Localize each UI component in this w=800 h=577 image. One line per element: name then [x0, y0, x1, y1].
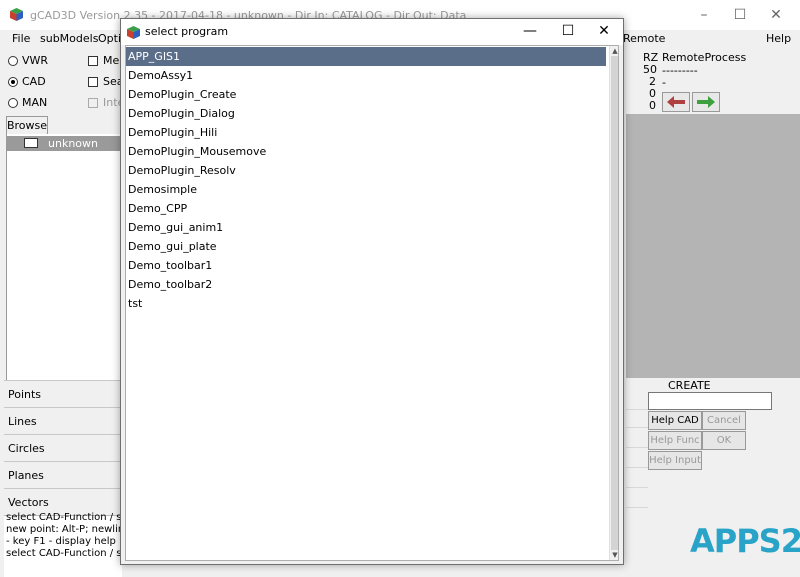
browse-item-label: unknown [48, 137, 98, 150]
radio-checked-icon [8, 76, 18, 87]
ok-button: OK [702, 431, 746, 450]
program-list-item[interactable]: DemoPlugin_Dialog [126, 104, 606, 123]
program-list-item[interactable]: Demo_toolbar2 [126, 275, 606, 294]
dialog-close-button[interactable]: ✕ [587, 20, 621, 42]
panel-strip [626, 452, 648, 468]
mode-radio-vwr[interactable]: VWR [8, 54, 48, 67]
forward-arrow-button[interactable] [692, 92, 720, 112]
program-list-item[interactable]: Demo_toolbar1 [126, 256, 606, 275]
cancel-button: Cancel [702, 411, 746, 430]
menu-file[interactable]: File [12, 32, 30, 45]
dialog-title-bar: select program — ☐ ✕ [121, 19, 623, 45]
browse-tree-item[interactable]: unknown [6, 136, 122, 151]
program-list-item[interactable]: Demosimple [126, 180, 606, 199]
section-points[interactable]: Points [4, 380, 122, 407]
mode-label: CAD [22, 75, 46, 88]
back-arrow-button[interactable] [662, 92, 690, 112]
program-list-item[interactable]: Demo_gui_anim1 [126, 218, 606, 237]
program-list-item[interactable]: DemoAssy1 [126, 66, 606, 85]
menu-remote[interactable]: Remote [623, 32, 665, 45]
checkbox-icon [88, 76, 98, 87]
tab-browse[interactable]: Browse [6, 116, 48, 134]
program-list-item[interactable]: APP_GIS1 [126, 47, 606, 66]
app-cube-icon [10, 8, 23, 21]
help-input-button: Help Input [648, 451, 702, 470]
mode-label: MAN [22, 96, 48, 109]
message-line: new point: Alt-P; newline [6, 524, 131, 535]
mode-radio-cad[interactable]: CAD [8, 75, 46, 88]
panel-strip [626, 432, 648, 448]
message-area: select CAD-Function / sel new point: Alt… [4, 512, 130, 577]
option-checkbox-search[interactable]: Sea [88, 75, 124, 88]
program-list-item[interactable]: DemoPlugin_Mousemove [126, 142, 606, 161]
program-list-item[interactable]: DemoPlugin_Create [126, 85, 606, 104]
section-lines[interactable]: Lines [4, 407, 122, 434]
mode-label: VWR [22, 54, 49, 67]
panel-strip [626, 412, 648, 428]
program-list-item[interactable]: tst [126, 294, 606, 313]
scrollbar-thumb[interactable] [611, 56, 618, 550]
scroll-down-icon[interactable]: ▼ [611, 551, 618, 559]
radio-circle-icon [8, 97, 18, 108]
program-list-item[interactable]: DemoPlugin_Resolv [126, 161, 606, 180]
help-func-button: Help Func [648, 431, 702, 450]
message-line: select CAD-Function / sel [6, 512, 131, 523]
watermark-logo: APPS24 [690, 522, 800, 572]
checkbox-icon [88, 97, 98, 108]
section-vectors[interactable]: Vectors [4, 488, 122, 515]
list-scrollbar[interactable]: ▲ ▼ [609, 46, 618, 560]
watermark-text: APPS24 [690, 522, 800, 560]
app-cube-icon [127, 26, 140, 39]
program-list[interactable]: APP_GIS1 DemoAssy1 DemoPlugin_Create DemoPl… [125, 45, 619, 561]
program-list-item[interactable]: Demo_gui_plate [126, 237, 606, 256]
option-checkbox-interactive: Inte [88, 96, 124, 109]
dialog-minimize-button[interactable]: — [513, 20, 547, 42]
rz-value: 0 [649, 99, 656, 112]
mode-radio-man[interactable]: MAN [8, 96, 47, 109]
dialog-maximize-button[interactable]: ☐ [551, 20, 585, 42]
section-planes[interactable]: Planes [4, 461, 122, 488]
remote-process-dash: - [662, 76, 666, 89]
arrow-left-icon [667, 96, 685, 108]
menu-help[interactable]: Help [766, 32, 791, 45]
panel-strip [626, 472, 648, 488]
scroll-up-icon[interactable]: ▲ [611, 47, 618, 55]
panel-strip [626, 394, 648, 410]
radio-circle-icon [8, 55, 18, 66]
arrow-right-icon [697, 96, 715, 108]
help-cad-button[interactable]: Help CAD [648, 411, 702, 430]
graphics-canvas[interactable] [626, 114, 800, 378]
message-line: select CAD-Function / sel [6, 548, 131, 559]
remote-process-label: RemoteProcess [662, 51, 747, 64]
remote-process-value: --------- [662, 64, 698, 77]
create-input[interactable] [648, 392, 772, 410]
create-label: CREATE [668, 379, 711, 392]
model-file-icon [24, 138, 38, 148]
section-circles[interactable]: Circles [4, 434, 122, 461]
program-list-item[interactable]: DemoPlugin_Hili [126, 123, 606, 142]
program-list-item[interactable]: Demo_CPP [126, 199, 606, 218]
browse-panel [6, 134, 122, 380]
panel-strip [626, 492, 648, 508]
menu-submodels[interactable]: subModels [40, 32, 98, 45]
checkbox-icon [88, 55, 98, 66]
message-line: - key F1 - display help .. [6, 536, 126, 547]
main-close-button[interactable]: ✕ [754, 3, 798, 27]
dialog-title: select program [145, 25, 229, 38]
select-program-dialog: select program — ☐ ✕ APP_GIS1 DemoAssy1 De… [120, 18, 624, 565]
